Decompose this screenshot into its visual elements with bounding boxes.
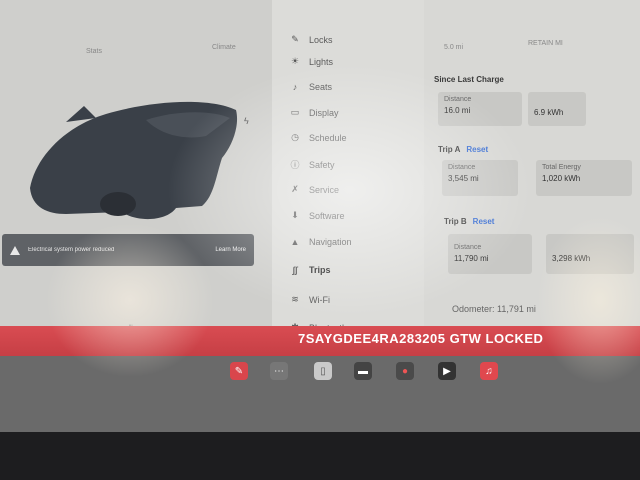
- music-icon[interactable]: ♫: [480, 362, 498, 380]
- trip-a-distance-value: 3,545 mi: [448, 174, 479, 183]
- trip-b-distance-label: Distance: [454, 244, 482, 251]
- charge-bolt-icon: ϟ: [244, 116, 249, 126]
- schedule-icon: ◷: [291, 132, 299, 142]
- menu-item-locks[interactable]: ✎ Locks: [290, 34, 420, 45]
- menu-item-label: Navigation: [309, 237, 352, 247]
- menu-item-wifi[interactable]: ≋ Wi-Fi: [290, 294, 420, 305]
- menu-item-software[interactable]: ⬇ Software: [290, 210, 420, 221]
- menu-item-label: Wi-Fi: [309, 294, 330, 305]
- menu-item-schedule[interactable]: ◷ Schedule: [290, 132, 420, 143]
- wrench-icon: ✗: [291, 184, 299, 194]
- touchscreen: Stats Climate ϟ Electrical system power …: [0, 0, 640, 432]
- menu-item-lights[interactable]: ☀ Lights: [290, 56, 420, 67]
- dashboard-bezel: [0, 432, 640, 480]
- slc-distance-label: Distance: [444, 96, 472, 103]
- display-icon: ▭: [290, 107, 300, 117]
- vehicle-panel: Stats Climate ϟ Electrical system power …: [0, 0, 272, 350]
- menu-item-seats[interactable]: ♪ Seats: [290, 82, 420, 92]
- toolbox-icon[interactable]: ✎: [230, 362, 248, 380]
- menu-item-label: Seats: [309, 82, 333, 92]
- menu-item-label: Safety: [309, 159, 335, 170]
- slc-energy-value: 6.9 kWh: [534, 108, 564, 117]
- wifi-icon: ≋: [291, 294, 299, 304]
- menu-item-label: Schedule: [309, 132, 347, 143]
- trip-a-title: Trip A: [438, 145, 461, 154]
- menu-item-label: Display: [309, 107, 339, 118]
- car-image: [30, 101, 238, 220]
- slc-distance-box: Distance 16.0 mi: [438, 92, 522, 126]
- settings-menu: ✎ Locks ☀ Lights ♪ Seats ▭ Display ◷ Sch…: [272, 0, 424, 350]
- menu-item-label: Trips: [309, 265, 331, 275]
- menu-item-label: Service: [309, 184, 340, 195]
- alert-banner[interactable]: Electrical system power reduced Learn Mo…: [2, 234, 254, 266]
- warning-icon: [10, 245, 20, 255]
- since-last-charge-title: Since Last Charge: [434, 75, 504, 84]
- menu-item-safety[interactable]: ⓘ Safety: [290, 158, 420, 171]
- learn-more-link[interactable]: Learn More: [215, 247, 246, 253]
- trip-b-energy-box: 3,298 kWh: [546, 234, 634, 274]
- trip-b-total-value: 3,298 kWh: [552, 254, 591, 263]
- trip-b-distance-value: 11,790 mi: [454, 254, 489, 263]
- calendar-icon[interactable]: ●: [396, 362, 414, 380]
- download-icon: ⬇: [291, 210, 299, 220]
- safety-icon: ⓘ: [290, 160, 300, 170]
- media-player-icon[interactable]: ▶: [438, 362, 456, 380]
- stats-label[interactable]: Stats: [86, 48, 102, 55]
- trip-a-distance-box: Distance 3,545 mi: [442, 160, 518, 196]
- menu-item-service[interactable]: ✗ Service: [290, 184, 420, 195]
- vin-banner-text: 7SAYGDEE4RA283205 GTW LOCKED: [298, 331, 544, 346]
- trip-a-header: Trip A Reset: [438, 145, 488, 154]
- menu-item-trips[interactable]: ∫∫ Trips: [290, 265, 420, 275]
- alert-text: Electrical system power reduced: [28, 247, 115, 253]
- slc-energy-box: 6.9 kWh: [528, 92, 586, 126]
- dots-icon[interactable]: ⋯: [270, 362, 288, 380]
- phone-icon[interactable]: ▯: [314, 362, 332, 380]
- range-value: 5.0 mi: [444, 44, 464, 51]
- odometer: Odometer: 11,791 mi: [452, 304, 536, 314]
- trip-b-distance-box: Distance 11,790 mi: [448, 234, 532, 274]
- menu-item-label: Locks: [309, 34, 333, 45]
- dock: ✎ ⋯ ▯ ▬ ● ▶ ♫: [0, 356, 640, 432]
- climate-label[interactable]: Climate: [212, 44, 236, 51]
- menu-item-display[interactable]: ▭ Display: [290, 107, 420, 118]
- lock-icon: ✎: [291, 34, 299, 44]
- trip-a-total-label: Total Energy: [542, 164, 581, 171]
- vin-banner: 7SAYGDEE4RA283205 GTW LOCKED: [0, 326, 640, 356]
- trip-b-header: Trip B Reset: [444, 217, 494, 226]
- trip-a-energy-box: Total Energy 1,020 kWh: [536, 160, 632, 196]
- trips-panel: 5.0 mi RETAIN MI Since Last Charge Dista…: [424, 0, 640, 350]
- navigation-icon: ▲: [290, 237, 300, 247]
- trip-a-reset-button[interactable]: Reset: [466, 145, 488, 154]
- menu-item-label: Lights: [309, 56, 334, 67]
- trip-b-reset-button[interactable]: Reset: [473, 217, 495, 226]
- lights-icon: ☀: [290, 56, 300, 66]
- range-setting: RETAIN MI: [528, 40, 563, 47]
- menu-item-label: Software: [309, 210, 345, 221]
- menu-item-navigation[interactable]: ▲ Navigation: [290, 237, 420, 247]
- seat-icon: ♪: [292, 82, 298, 92]
- trip-a-total-value: 1,020 kWh: [542, 174, 581, 183]
- slc-distance-value: 16.0 mi: [444, 106, 471, 115]
- trip-a-distance-label: Distance: [448, 164, 476, 171]
- camera-icon[interactable]: ▬: [354, 362, 372, 380]
- trip-b-title: Trip B: [444, 217, 467, 226]
- trips-icon: ∫∫: [292, 265, 298, 275]
